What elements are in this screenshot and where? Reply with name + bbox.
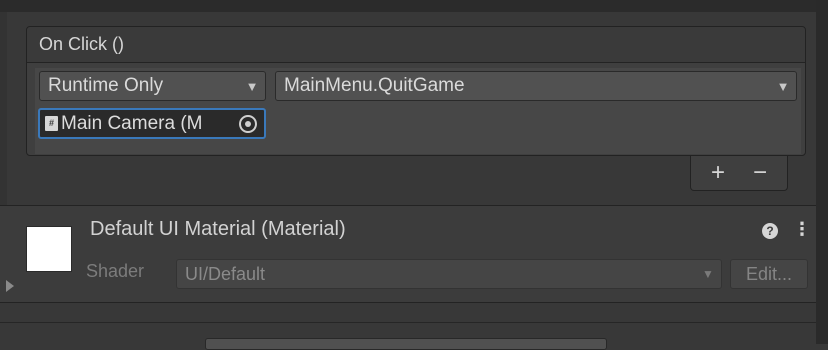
add-remove-controls: + −: [690, 156, 788, 191]
kebab-menu-icon[interactable]: ⋮: [793, 219, 811, 240]
chevron-down-icon: ▼: [702, 267, 714, 281]
runtime-mode-value: Runtime Only: [48, 75, 164, 96]
help-icon[interactable]: ?: [762, 223, 778, 239]
add-listener-button[interactable]: +: [711, 159, 725, 187]
shader-value: UI/Default: [185, 263, 266, 284]
object-picker-icon[interactable]: [239, 114, 257, 133]
shader-label: Shader: [86, 261, 145, 281]
function-value: MainMenu.QuitGame: [284, 75, 465, 96]
foldout-arrow-icon[interactable]: [6, 280, 14, 292]
material-title: Default UI Material (Material): [90, 218, 346, 240]
material-preview-swatch: [26, 226, 72, 272]
chevron-down-icon: ▼: [245, 78, 259, 94]
shader-dropdown[interactable]: UI/Default ▼: [176, 259, 722, 289]
edit-shader-button[interactable]: Edit...: [730, 259, 808, 289]
on-click-event-panel: On Click () Runtime Only ▼ MainMenu.Quit…: [26, 26, 806, 156]
divider: [0, 322, 816, 323]
scrollbar-track[interactable]: [816, 0, 828, 344]
material-section: Default UI Material (Material) ? ⋮ Shade…: [0, 206, 816, 302]
remove-listener-button[interactable]: −: [753, 159, 767, 187]
runtime-mode-dropdown[interactable]: Runtime Only ▼: [39, 71, 266, 101]
function-dropdown[interactable]: MainMenu.QuitGame ▼: [275, 71, 797, 101]
event-listener-row[interactable]: Runtime Only ▼ MainMenu.QuitGame ▼ # Mai…: [35, 68, 801, 154]
script-icon: #: [45, 116, 58, 131]
target-object-field[interactable]: # Main Camera (M: [38, 108, 266, 139]
add-component-button[interactable]: [205, 338, 607, 350]
target-object-value: Main Camera (M: [61, 112, 203, 134]
chevron-down-icon: ▼: [776, 78, 790, 94]
event-header: On Click (): [27, 27, 805, 63]
event-title: On Click (): [39, 34, 124, 54]
top-strip: [0, 0, 828, 12]
